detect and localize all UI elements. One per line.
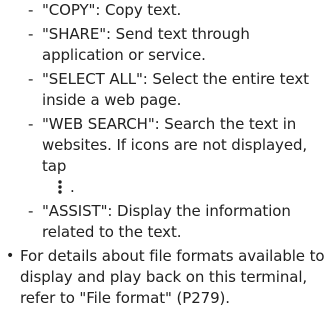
list-item-text: "SELECT ALL": Select the entire text ins… bbox=[42, 70, 309, 109]
dash-marker: - bbox=[28, 1, 34, 19]
document-page: - "COPY": Copy text. - "SHARE": Send tex… bbox=[0, 0, 336, 307]
list-item-text: "WEB SEARCH": Search the text in website… bbox=[42, 115, 308, 175]
list-item-copy: - "COPY": Copy text. bbox=[28, 0, 336, 21]
sub-option-list: - "COPY": Copy text. - "SHARE": Send tex… bbox=[0, 0, 336, 243]
list-item-text: "SHARE": Send text through application o… bbox=[42, 25, 250, 64]
list-item-select-all: - "SELECT ALL": Select the entire text i… bbox=[28, 69, 336, 111]
bullet-marker: • bbox=[6, 248, 15, 264]
list-item-web-search: - "WEB SEARCH": Search the text in websi… bbox=[28, 114, 336, 198]
list-item-share: - "SHARE": Send text through application… bbox=[28, 24, 336, 66]
dash-marker: - bbox=[28, 25, 34, 43]
file-format-note-text: For details about file formats available… bbox=[20, 247, 325, 307]
list-item-text: "ASSIST": Display the information relate… bbox=[42, 202, 291, 241]
more-vert-icon bbox=[56, 177, 70, 197]
dash-marker: - bbox=[28, 70, 34, 88]
dash-marker: - bbox=[28, 202, 34, 220]
list-item-assist: - "ASSIST": Display the information rela… bbox=[28, 201, 336, 243]
list-item-text: "COPY": Copy text. bbox=[42, 1, 182, 19]
period-text: . bbox=[70, 178, 75, 196]
file-format-note: • For details about file formats availab… bbox=[6, 246, 336, 309]
dash-marker: - bbox=[28, 115, 34, 133]
